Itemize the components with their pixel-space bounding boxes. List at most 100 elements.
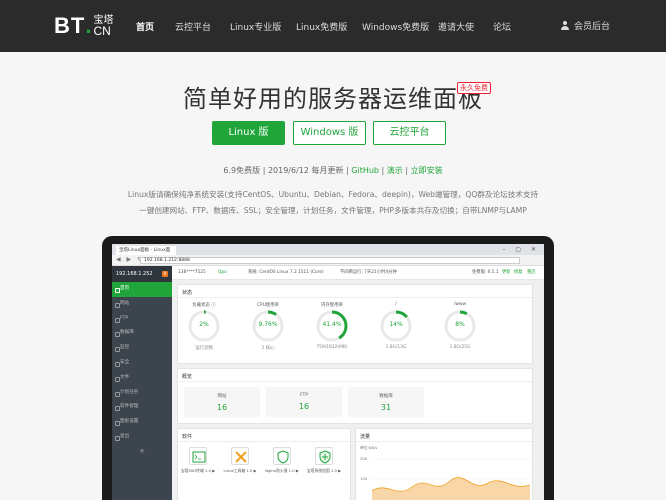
traffic-tick: 200 xyxy=(360,456,368,461)
software-item: Nginx防火墙 1.0 ▶ xyxy=(264,447,300,474)
member-login-label: 会员后台 xyxy=(574,22,611,32)
overview-value: 31 xyxy=(380,403,392,412)
panel-status: Qpo xyxy=(218,270,227,275)
panel-sidebar: 192.168.1.252 0 首页 网站 FTP 数据库 监控 安全 文件 计… xyxy=(112,266,172,500)
nav-item-home[interactable]: 首页 xyxy=(136,20,154,33)
gauge-circle: 41.4% xyxy=(315,309,349,343)
demo-link[interactable]: 演示 xyxy=(387,166,403,175)
software-item: Linux工具箱 1.0 ▶ xyxy=(222,447,258,474)
overview-database: 数据库 31 xyxy=(348,387,424,417)
nav-item-invite[interactable]: 邀请大使 xyxy=(438,20,474,33)
gauge-value: 14% xyxy=(389,321,403,328)
panel-sidebar-header: 192.168.1.252 0 xyxy=(112,266,172,282)
panel-scrollbar xyxy=(539,280,544,500)
gauge-circle: 14% xyxy=(379,309,413,343)
logo-suffix: CN xyxy=(93,24,111,38)
member-login-link[interactable]: 会员后台 xyxy=(560,19,610,32)
panel-menu-software: 软件管理 xyxy=(112,400,172,415)
nav-item-cloud[interactable]: 云控平台 xyxy=(175,20,211,33)
add-icon: + xyxy=(139,446,145,455)
panel-menu-home: 首页 xyxy=(112,282,172,297)
panel-user: 138****7525 xyxy=(178,270,206,275)
gauge-sub: 1.8G/13G xyxy=(385,345,407,350)
nav-item-forum[interactable]: 论坛 xyxy=(493,20,511,33)
gauge-circle: 9.76% xyxy=(251,309,285,343)
panel-version: 免费版: 6.5.1 xyxy=(472,270,499,275)
panel-menu-cron: 计划任务 xyxy=(112,386,172,401)
software-label: 宝塔SSH终端 1.0 ▶ xyxy=(180,468,216,473)
logo-bt: BT xyxy=(54,13,86,38)
panel-menu-monitor: 监控 xyxy=(112,341,172,356)
status-card-title: 状态 xyxy=(178,285,532,298)
status-gauge: / 14% 1.8G/13G xyxy=(378,302,414,350)
nav-item-linux-pro[interactable]: Linux专业版 xyxy=(230,20,281,33)
overview-label: FTP xyxy=(300,393,308,398)
status-gauge: 内存使用率 41.4% 759/1832(MB) xyxy=(314,302,350,350)
github-link[interactable]: GitHub xyxy=(351,166,379,175)
gauge-circle: 8% xyxy=(443,309,477,343)
shield-icon xyxy=(315,447,333,465)
panel-menu-website: 网站 xyxy=(112,297,172,312)
terminal-icon xyxy=(189,447,207,465)
description-line-2: 一键创建网站、FTP、数据库、SSL；安全管理，计划任务，文件管理，PHP多版本… xyxy=(139,206,527,215)
panel-restart-link: 重启 xyxy=(527,270,536,275)
traffic-tick: 100 xyxy=(360,476,368,481)
gauge-value: 2% xyxy=(199,321,209,328)
panel-system-info: 系统: CentOS Linux 7.2.1511 (Core) xyxy=(248,270,324,275)
address-field: 192.168.1.212:8888 xyxy=(140,257,520,264)
gauge-label: 内存使用率 xyxy=(321,303,343,308)
overview-label: 数据库 xyxy=(379,394,393,399)
window-controls: – ▢ ✕ xyxy=(502,246,540,253)
panel-menu-files: 文件 xyxy=(112,371,172,386)
software-item: 宝塔系统加固 1.0 ▶ xyxy=(306,447,342,474)
server-ip: 192.168.1.252 xyxy=(116,271,153,277)
gauge-sub: 759/1832(MB) xyxy=(316,345,348,350)
meta-sep: | xyxy=(260,166,268,175)
panel-topbar: 138****7525 Qpo 系统: CentOS Linux 7.2.151… xyxy=(172,266,544,280)
software-item: 宝塔SSH终端 1.0 ▶ xyxy=(180,447,216,474)
panel-screenshot: 宝塔Linux面板 - Linux面 – ▢ ✕ ◀ ▶ ↻ 192.168.1… xyxy=(112,244,544,500)
gauge-label: / xyxy=(395,302,397,307)
meta-sep: | xyxy=(402,166,411,175)
panel-fix-link: 修复 xyxy=(514,270,523,275)
gauge-value: 9.76% xyxy=(258,321,278,328)
toolbox-icon xyxy=(231,447,249,465)
meta-sep: | xyxy=(379,166,387,175)
top-navbar: BT . 宝塔 CN 首页 云控平台 Linux专业版 Linux免费版 Win… xyxy=(0,0,666,52)
panel-menu-database: 数据库 xyxy=(112,326,172,341)
gauge-sub: 2 核心 xyxy=(261,346,275,351)
status-gauge: /www 8% 1.8G/25G xyxy=(442,302,478,350)
page-root: BT . 宝塔 CN 首页 云控平台 Linux专业版 Linux免费版 Win… xyxy=(0,0,666,500)
panel-main: 状态 负载状态 ⓘ 2% 运行流畅 CPU使用率 9.76% 2 核心 内存使用率 41.4%… xyxy=(172,280,544,500)
nav-item-windows-free[interactable]: Windows免费版 xyxy=(362,20,429,33)
browser-tab: 宝塔Linux面板 - Linux面 xyxy=(116,246,176,255)
description-line-1: Linux版请确保纯净系统安装(支持CentOS、Ubuntu、Debian、F… xyxy=(127,190,539,199)
software-card: 软件 宝塔SSH终端 1.0 ▶ Linux工具箱 1.0 ▶ Nginx防火墙… xyxy=(177,428,351,500)
free-badge: 永久免费 xyxy=(457,82,491,94)
overview-value: 16 xyxy=(216,403,228,412)
overview-value: 16 xyxy=(298,402,310,411)
windows-version-button[interactable]: Windows 版 xyxy=(293,121,366,145)
version-text: 6.9免费版 xyxy=(223,166,261,175)
gauge-label: 负载状态 ⓘ xyxy=(192,303,216,308)
nav-item-linux-free[interactable]: Linux免费版 xyxy=(296,20,347,33)
linux-version-button[interactable]: Linux 版 xyxy=(212,121,285,145)
laptop-mockup: 宝塔Linux面板 - Linux面 – ▢ ✕ ◀ ▶ ↻ 192.168.1… xyxy=(102,236,554,500)
cloud-platform-button[interactable]: 云控平台 xyxy=(373,121,446,145)
firewall-icon xyxy=(273,447,291,465)
software-label: Linux工具箱 1.0 ▶ xyxy=(223,468,257,473)
browser-address-bar: ◀ ▶ ↻ 192.168.1.212:8888 xyxy=(112,255,544,266)
install-link[interactable]: 立即安装 xyxy=(411,166,443,175)
update-date: 2019/6/12 每月更新 xyxy=(267,166,344,175)
logo-stack: 宝塔 CN xyxy=(93,15,113,37)
software-label: Nginx防火墙 1.0 ▶ xyxy=(265,468,299,473)
gauge-circle: 2% xyxy=(187,309,221,343)
status-card: 状态 负载状态 ⓘ 2% 运行流畅 CPU使用率 9.76% 2 核心 内存使用率 41.4%… xyxy=(177,284,533,364)
gauge-value: 8% xyxy=(455,321,465,328)
gauge-sub: 运行流畅 xyxy=(195,346,213,351)
site-logo[interactable]: BT . 宝塔 CN xyxy=(54,12,113,40)
software-label: 宝塔系统加固 1.0 ▶ xyxy=(306,468,342,473)
gauge-label: /www xyxy=(453,302,467,307)
gauge-value: 41.4% xyxy=(322,321,342,328)
logo-dot: . xyxy=(85,13,92,38)
